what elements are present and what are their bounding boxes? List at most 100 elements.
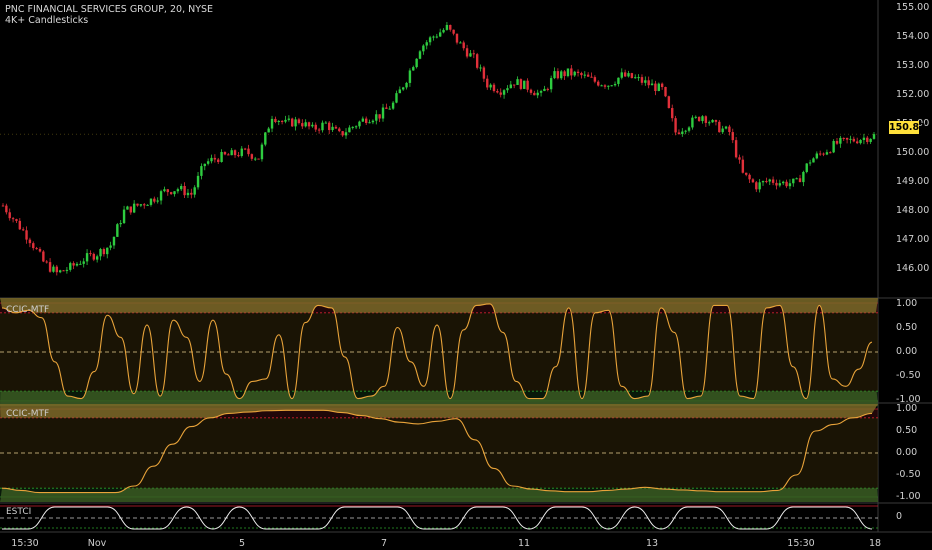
candle-body (361, 118, 365, 122)
candle-body (122, 209, 126, 224)
candle-body (842, 137, 845, 139)
candle-body (267, 128, 270, 133)
candle-body (8, 212, 11, 219)
candle-body (48, 262, 52, 272)
candle-body (438, 32, 442, 37)
candle-body (822, 153, 825, 155)
indicator-title: 4K+ Candlesticks (5, 15, 89, 26)
candle-body (634, 77, 637, 79)
candle-body (99, 249, 102, 257)
candle-body (644, 80, 647, 83)
price-axis-label: 146.00 (896, 263, 930, 274)
candle-body (405, 82, 408, 88)
candle-body (697, 116, 701, 122)
candle-body (314, 124, 317, 130)
candle-body (852, 138, 856, 142)
candle-body (274, 118, 277, 122)
price-axis-label: 153.00 (896, 60, 930, 71)
candle-body (802, 171, 805, 183)
candle-body (623, 72, 627, 77)
candle-body (217, 159, 220, 162)
candle-body (613, 83, 617, 86)
candle-body (69, 263, 72, 270)
candle-body (442, 29, 445, 33)
candle-body (506, 88, 509, 91)
candle-body (674, 118, 677, 133)
osc2-axis-label: -1.00 (896, 491, 921, 502)
candle-body (277, 120, 280, 122)
candle-body (660, 83, 664, 88)
candle-body (755, 182, 758, 190)
candle-body (549, 78, 553, 90)
candle-body (425, 42, 428, 46)
chart-window: PNC FINANCIAL SERVICES GROUP, 20, NYSE 4… (0, 0, 932, 550)
candle-body (516, 79, 519, 85)
candle-body (701, 116, 704, 122)
candle-body (499, 92, 502, 95)
candle-body (829, 152, 832, 154)
candle-body (415, 58, 418, 68)
candle-body (354, 126, 358, 128)
candle-body (718, 121, 721, 133)
candle-body (321, 122, 324, 131)
candle-body (432, 36, 435, 38)
candle-body (213, 157, 217, 160)
candle-body (788, 183, 792, 187)
candle-body (640, 77, 644, 83)
candle-body (92, 253, 95, 260)
candle-body (143, 204, 146, 206)
candle-body (657, 83, 660, 92)
candle-body (556, 71, 560, 79)
candle-body (771, 179, 775, 183)
candle-body (677, 132, 681, 135)
candle-body (247, 148, 250, 155)
candle-body (664, 87, 667, 97)
candle-body (230, 150, 233, 156)
candle-body (570, 68, 573, 76)
candle-body (368, 122, 371, 124)
candle-body (42, 251, 45, 262)
candle-body (398, 89, 402, 94)
candle-body (435, 36, 439, 38)
candle-body (845, 137, 849, 140)
candle-body (334, 126, 338, 129)
candle-body (839, 137, 842, 144)
candle-body (45, 261, 48, 263)
candle-body (630, 73, 634, 79)
candle-body (391, 102, 395, 109)
candle-body (751, 179, 755, 183)
chart-canvas[interactable] (0, 0, 932, 550)
candle-body (452, 29, 455, 34)
candle-body (469, 53, 472, 57)
candle-body (52, 266, 55, 272)
candle-body (395, 93, 398, 103)
candle-body (512, 84, 516, 86)
candle-body (21, 229, 25, 231)
candle-body (116, 224, 119, 237)
candle-body (35, 248, 38, 250)
candle-body (227, 154, 230, 156)
candle-body (546, 88, 549, 90)
candle-body (573, 71, 576, 76)
candle-body (385, 107, 388, 109)
candle-body (607, 85, 610, 87)
candle-body (597, 81, 600, 86)
candle-body (126, 206, 129, 210)
candle-body (106, 247, 109, 255)
candle-body (378, 114, 381, 119)
candle-body (708, 122, 711, 124)
candle-body (196, 175, 200, 188)
candle-body (714, 119, 718, 122)
candle-body (533, 92, 536, 96)
time-axis-label: Nov (87, 538, 107, 549)
osc2-axis-label: -0.50 (896, 469, 921, 480)
candle-body (748, 174, 751, 180)
candle-body (734, 140, 738, 158)
candle-body (341, 131, 344, 136)
candle-body (102, 249, 106, 255)
candle-body (859, 139, 862, 144)
candle-body (159, 191, 163, 201)
candle-body (243, 148, 247, 150)
candle-body (307, 122, 311, 127)
candle-body (301, 123, 304, 127)
